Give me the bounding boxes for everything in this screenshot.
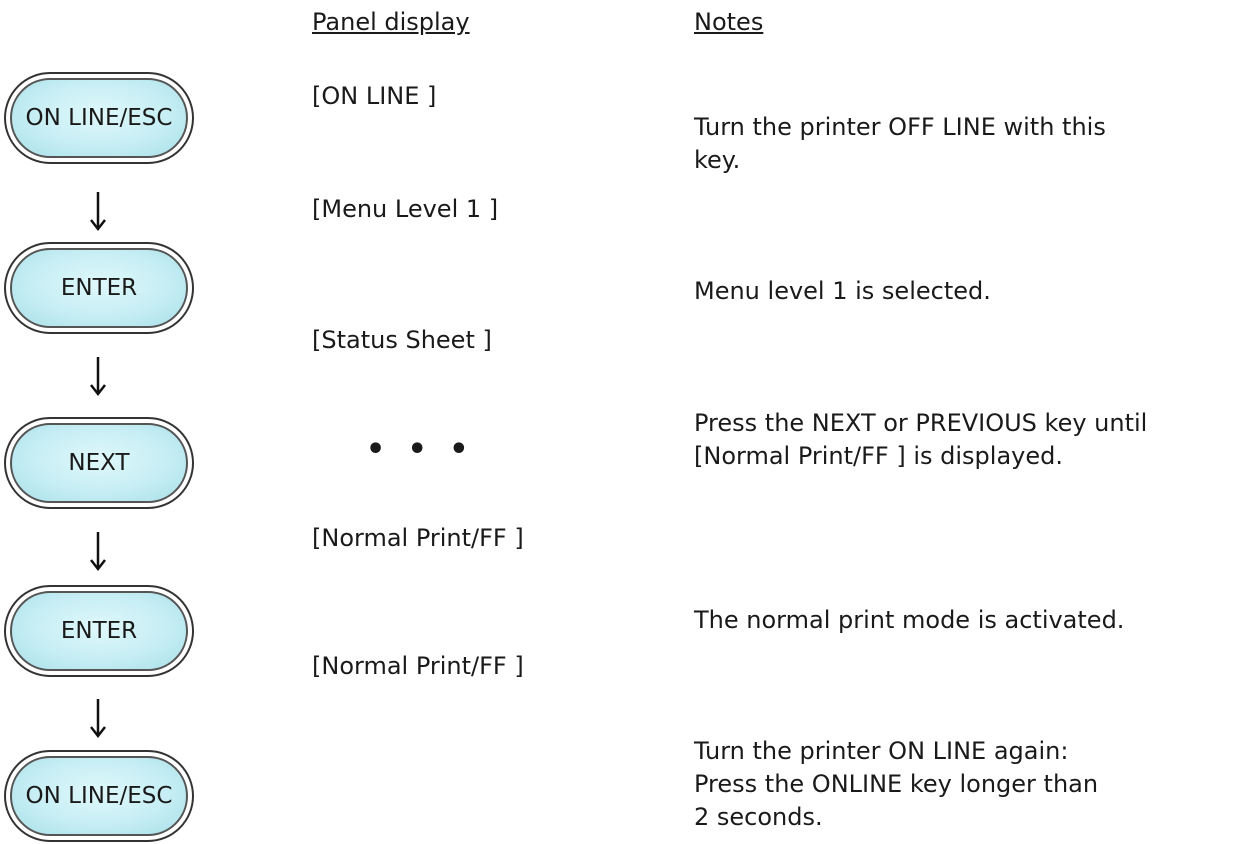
note: Turn the printer OFF LINE with this key. xyxy=(694,111,1106,177)
note: Turn the printer ON LINE again: Press th… xyxy=(694,735,1098,834)
down-arrow-icon xyxy=(90,192,106,232)
key-face: ENTER xyxy=(10,248,188,328)
down-arrow-icon xyxy=(90,699,106,739)
online-esc-key[interactable]: ON LINE/ESC xyxy=(4,750,194,842)
note-line: Turn the printer OFF LINE with this xyxy=(694,113,1106,141)
note-line: Press the NEXT or PREVIOUS key until xyxy=(694,409,1148,437)
note-line: 2 seconds. xyxy=(694,803,823,831)
note: Press the NEXT or PREVIOUS key until [No… xyxy=(694,407,1147,473)
key-label: NEXT xyxy=(68,450,130,476)
panel-display-text: [Status Sheet ] xyxy=(312,326,492,354)
key-label: ENTER xyxy=(60,275,138,301)
enter-key[interactable]: ENTER xyxy=(4,242,194,334)
panel-display-text: [ON LINE ] xyxy=(312,82,437,110)
next-key[interactable]: NEXT xyxy=(4,417,194,509)
note-line: key. xyxy=(694,146,741,174)
key-label: ENTER xyxy=(60,618,138,644)
key-label: ON LINE/ESC xyxy=(25,783,173,809)
enter-key[interactable]: ENTER xyxy=(4,585,194,677)
key-face: NEXT xyxy=(10,423,188,503)
note-line: [Normal Print/FF ] is displayed. xyxy=(694,442,1063,470)
panel-display-text: [Normal Print/FF ] xyxy=(312,524,524,552)
online-esc-key[interactable]: ON LINE/ESC xyxy=(4,72,194,164)
down-arrow-icon xyxy=(90,357,106,397)
notes-heading: Notes xyxy=(694,8,764,36)
panel-display-text: [Menu Level 1 ] xyxy=(312,195,499,223)
note-line: Turn the printer ON LINE again: xyxy=(694,737,1069,765)
note-line: The normal print mode is activated. xyxy=(694,606,1125,634)
panel-display-text: [Normal Print/FF ] xyxy=(312,652,524,680)
key-label: ON LINE/ESC xyxy=(25,105,173,131)
key-face: ENTER xyxy=(10,591,188,671)
down-arrow-icon xyxy=(90,532,106,572)
note-line: Menu level 1 is selected. xyxy=(694,277,991,305)
key-face: ON LINE/ESC xyxy=(10,78,188,158)
note: Menu level 1 is selected. xyxy=(694,275,991,308)
note-line: Press the ONLINE key longer than xyxy=(694,770,1099,798)
ellipsis: • • • xyxy=(366,432,475,467)
key-face: ON LINE/ESC xyxy=(10,756,188,836)
panel-display-heading: Panel display xyxy=(312,8,470,36)
note: The normal print mode is activated. xyxy=(694,604,1124,637)
